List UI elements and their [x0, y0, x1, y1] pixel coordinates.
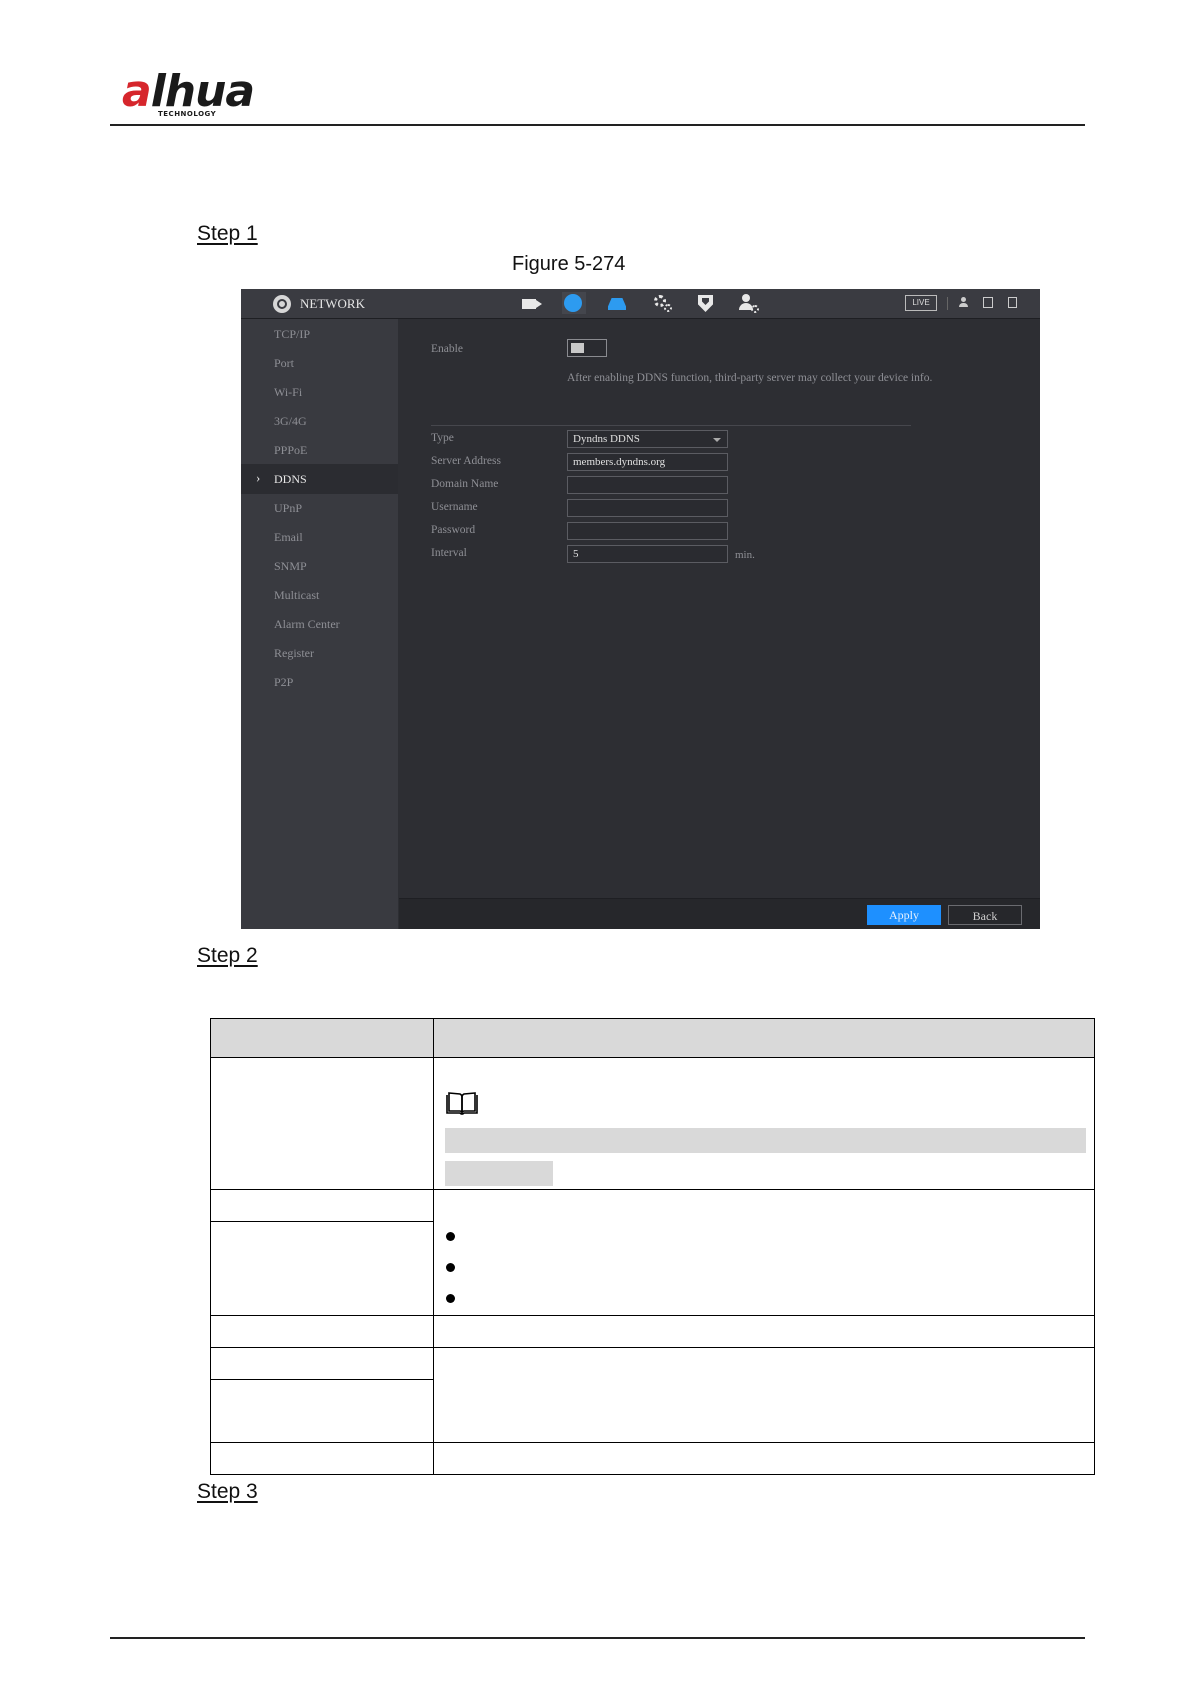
note-book-icon [446, 1092, 478, 1115]
step-2-label: Step 2 [197, 944, 258, 967]
sidebar-item-email[interactable]: Email [241, 522, 398, 552]
sidebar-item-wifi[interactable]: Wi-Fi [241, 377, 398, 407]
logout-icon[interactable] [983, 297, 993, 308]
step-1-label: Step 1 [197, 222, 258, 245]
network-icon[interactable] [562, 292, 586, 314]
camera-icon[interactable] [519, 292, 543, 314]
top-bar: NETWORK LIVE [241, 289, 1040, 319]
back-button[interactable]: Back [948, 905, 1022, 925]
row-divider [211, 1442, 1094, 1443]
user-icon[interactable] [958, 297, 970, 309]
parameter-table [210, 1018, 1095, 1475]
footer-rule [110, 1637, 1085, 1639]
account-settings-icon[interactable] [738, 292, 762, 314]
sidebar-item-snmp[interactable]: SNMP [241, 551, 398, 581]
sidebar-item-pppoe[interactable]: PPPoE [241, 435, 398, 465]
menu-icon[interactable] [1008, 297, 1017, 308]
sidebar-item-multicast[interactable]: Multicast [241, 580, 398, 610]
sidebar-item-upnp[interactable]: UPnP [241, 493, 398, 523]
type-label: Type [431, 432, 454, 444]
sidebar-item-ddns[interactable]: › DDNS [241, 464, 398, 494]
network-globe-icon [273, 295, 291, 313]
sidebar-item-alarm-center[interactable]: Alarm Center [241, 609, 398, 639]
bullet-point [446, 1294, 455, 1303]
table-header [211, 1019, 1094, 1058]
chevron-right-icon: › [256, 470, 261, 485]
header-rule [110, 124, 1085, 126]
row-divider [211, 1315, 1094, 1316]
column-divider [433, 1019, 434, 1474]
sidebar-item-port[interactable]: Port [241, 348, 398, 378]
live-button[interactable]: LIVE [905, 295, 937, 311]
interval-input[interactable]: 5 [567, 545, 728, 563]
redacted-note-line [445, 1128, 1086, 1153]
privacy-notice: After enabling DDNS function, third-part… [567, 372, 933, 384]
step-3-label: Step 3 [197, 1480, 258, 1503]
toolbar-separator [947, 297, 948, 310]
sidebar-item-3g4g[interactable]: 3G/4G [241, 406, 398, 436]
dahua-logo: alhua TECHNOLOGY [122, 70, 262, 120]
enable-toggle[interactable] [567, 339, 607, 357]
server-address-input[interactable]: members.dyndns.org [567, 453, 728, 471]
sidebar-item-p2p[interactable]: P2P [241, 667, 398, 697]
type-select[interactable]: Dyndns DDNS [567, 430, 728, 448]
row-divider [211, 1221, 433, 1222]
redacted-note-line [445, 1161, 553, 1186]
domain-name-label: Domain Name [431, 478, 499, 490]
figure-caption: Figure 5-274 [512, 253, 626, 275]
interval-unit: min. [735, 549, 755, 561]
sidebar-item-tcpip[interactable]: TCP/IP [241, 319, 398, 349]
form-divider [431, 425, 911, 426]
bullet-point [446, 1232, 455, 1241]
interval-label: Interval [431, 547, 467, 559]
server-address-label: Server Address [431, 455, 501, 467]
ddns-form: Enable After enabling DDNS function, thi… [399, 319, 1040, 899]
username-label: Username [431, 501, 478, 513]
sidebar-item-register[interactable]: Register [241, 638, 398, 668]
password-input[interactable] [567, 522, 728, 540]
module-title: NETWORK [300, 296, 365, 311]
network-sidebar: TCP/IP Port Wi-Fi 3G/4G PPPoE › DDNS UPnP… [241, 319, 398, 929]
row-divider [211, 1379, 433, 1380]
logo-wordmark: alhua [122, 66, 255, 117]
ddns-settings-screenshot: NETWORK LIVE TCP/IP Port Wi-Fi 3G/4G PPP… [241, 289, 1040, 929]
bullet-point [446, 1263, 455, 1272]
row-divider [211, 1347, 1094, 1348]
domain-name-input[interactable] [567, 476, 728, 494]
storage-icon[interactable] [606, 292, 630, 314]
security-shield-icon[interactable] [694, 292, 718, 314]
system-settings-icon[interactable] [650, 292, 674, 314]
apply-button[interactable]: Apply [867, 905, 941, 925]
logo-tagline: TECHNOLOGY [158, 110, 217, 118]
username-input[interactable] [567, 499, 728, 517]
row-divider [211, 1189, 1094, 1190]
enable-label: Enable [431, 343, 463, 355]
password-label: Password [431, 524, 476, 536]
action-bar: Apply Back [399, 898, 1040, 929]
